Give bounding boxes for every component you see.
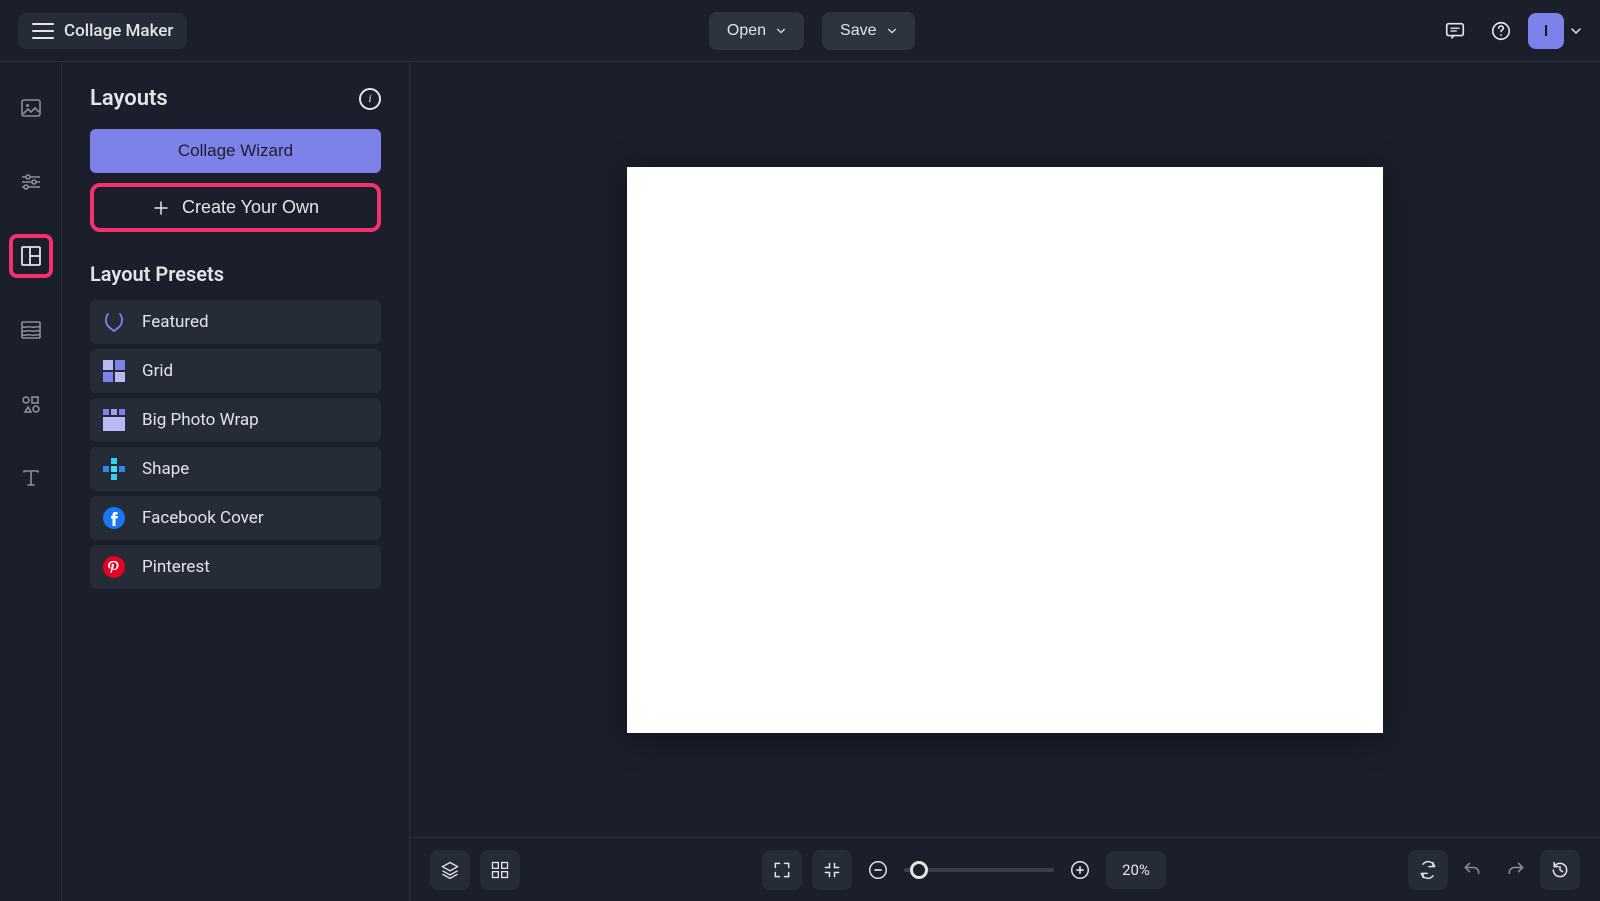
preset-label: Facebook Cover bbox=[142, 508, 264, 528]
create-your-own-button[interactable]: Create Your Own bbox=[90, 183, 381, 232]
text-icon bbox=[19, 466, 43, 490]
texture-icon bbox=[19, 318, 43, 342]
collage-wizard-button[interactable]: Collage Wizard bbox=[90, 129, 381, 173]
app-title: Collage Maker bbox=[64, 21, 173, 41]
redo-button[interactable] bbox=[1496, 850, 1536, 890]
rail-item-adjust[interactable] bbox=[9, 160, 53, 204]
panel-title: Layouts bbox=[90, 86, 168, 111]
feedback-button[interactable] bbox=[1436, 12, 1474, 50]
account-menu[interactable]: I bbox=[1528, 13, 1582, 49]
contract-icon bbox=[822, 860, 842, 880]
tool-rail bbox=[0, 62, 62, 901]
bigphoto-icon bbox=[102, 408, 126, 432]
rail-item-shapes[interactable] bbox=[9, 382, 53, 426]
sliders-icon bbox=[19, 170, 43, 194]
facebook-icon bbox=[102, 506, 126, 530]
preset-facebook[interactable]: Facebook Cover bbox=[90, 496, 381, 540]
preset-bigphoto[interactable]: Big Photo Wrap bbox=[90, 398, 381, 442]
sync-icon bbox=[1418, 860, 1438, 880]
help-icon bbox=[1490, 20, 1512, 42]
open-button[interactable]: Open bbox=[709, 12, 804, 50]
zoom-in-button[interactable] bbox=[1064, 854, 1096, 886]
preset-label: Grid bbox=[142, 361, 173, 381]
zoom-value[interactable]: 20% bbox=[1106, 851, 1166, 889]
zoom-slider[interactable] bbox=[904, 868, 1054, 872]
expand-icon bbox=[772, 860, 792, 880]
app-title-group[interactable]: Collage Maker bbox=[18, 13, 187, 49]
chevron-down-icon bbox=[1570, 25, 1582, 37]
zoom-slider-knob[interactable] bbox=[910, 861, 928, 879]
redo-icon bbox=[1506, 860, 1526, 880]
rail-item-textures[interactable] bbox=[9, 308, 53, 352]
fullscreen-button[interactable] bbox=[762, 850, 802, 890]
info-button[interactable]: i bbox=[359, 88, 381, 110]
preset-label: Pinterest bbox=[142, 557, 210, 577]
grid-button[interactable] bbox=[480, 850, 520, 890]
chat-icon bbox=[1444, 20, 1466, 42]
history-button[interactable] bbox=[1540, 850, 1580, 890]
canvas[interactable] bbox=[627, 167, 1383, 733]
undo-button[interactable] bbox=[1452, 850, 1492, 890]
help-button[interactable] bbox=[1482, 12, 1520, 50]
layers-button[interactable] bbox=[430, 850, 470, 890]
image-icon bbox=[19, 96, 43, 120]
history-icon bbox=[1550, 860, 1570, 880]
rail-item-text[interactable] bbox=[9, 456, 53, 500]
preset-grid[interactable]: Grid bbox=[90, 349, 381, 393]
presets-title: Layout Presets bbox=[90, 262, 381, 286]
canvas-area: 20% bbox=[410, 62, 1600, 901]
avatar: I bbox=[1528, 13, 1564, 49]
save-button[interactable]: Save bbox=[822, 12, 914, 50]
open-label: Open bbox=[727, 22, 766, 40]
hamburger-icon[interactable] bbox=[32, 23, 54, 39]
bottombar: 20% bbox=[410, 837, 1600, 901]
layers-icon bbox=[440, 860, 460, 880]
preset-label: Shape bbox=[142, 459, 189, 479]
undo-icon bbox=[1462, 860, 1482, 880]
preset-label: Big Photo Wrap bbox=[142, 410, 259, 430]
zoom-out-button[interactable] bbox=[862, 854, 894, 886]
fit-button[interactable] bbox=[812, 850, 852, 890]
preset-shape[interactable]: Shape bbox=[90, 447, 381, 491]
preset-pinterest[interactable]: Pinterest bbox=[90, 545, 381, 589]
plus-shape-icon bbox=[102, 457, 126, 481]
chevron-down-icon bbox=[776, 26, 786, 36]
sync-button[interactable] bbox=[1408, 850, 1448, 890]
preset-featured[interactable]: Featured bbox=[90, 300, 381, 344]
layouts-panel: Layouts i Collage Wizard Create Your Own… bbox=[62, 62, 410, 901]
grid-icon bbox=[490, 860, 510, 880]
plus-circle-icon bbox=[1069, 859, 1091, 881]
chevron-down-icon bbox=[887, 26, 897, 36]
rail-item-layouts[interactable] bbox=[9, 234, 53, 278]
create-label: Create Your Own bbox=[182, 197, 319, 218]
layout-icon bbox=[19, 244, 43, 268]
grid4-icon bbox=[102, 359, 126, 383]
canvas-viewport[interactable] bbox=[410, 62, 1600, 837]
save-label: Save bbox=[840, 22, 876, 40]
plus-icon bbox=[152, 199, 170, 217]
shapes-icon bbox=[19, 392, 43, 416]
topbar: Collage Maker Open Save I bbox=[0, 0, 1600, 62]
pinterest-icon bbox=[102, 555, 126, 579]
wreath-icon bbox=[102, 310, 126, 334]
preset-label: Featured bbox=[142, 312, 209, 332]
minus-circle-icon bbox=[867, 859, 889, 881]
rail-item-photos[interactable] bbox=[9, 86, 53, 130]
